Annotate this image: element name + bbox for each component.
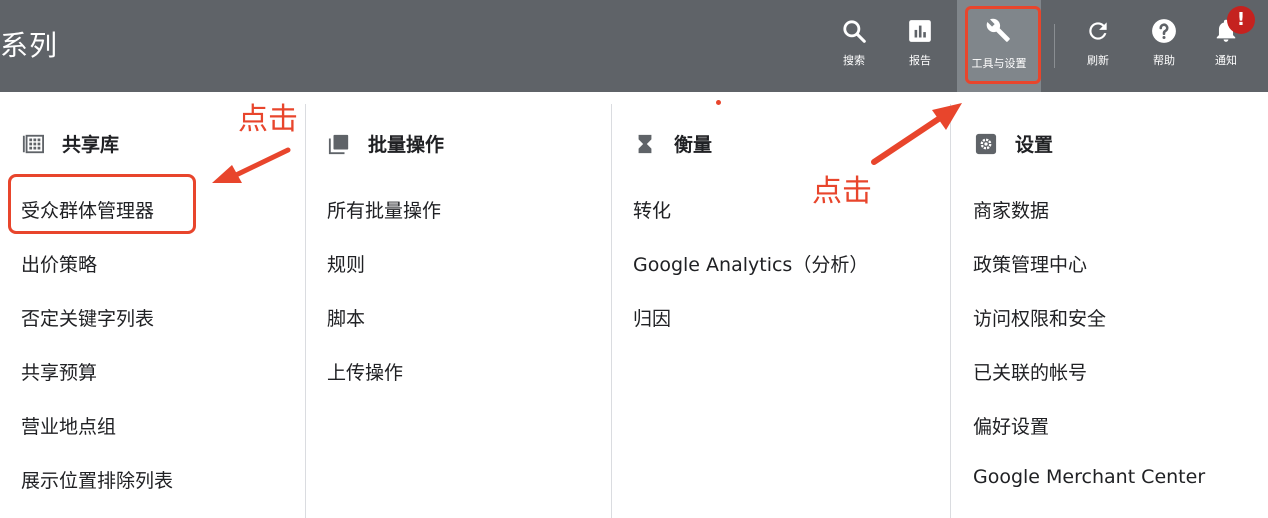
help-label: 帮助 [1153, 54, 1175, 67]
bulk-actions-heading-label: 批量操作 [368, 134, 445, 156]
wrench-icon [986, 18, 1010, 42]
menu-item-bid-strategies[interactable]: 出价策略 [21, 250, 97, 277]
refresh-label: 刷新 [1087, 54, 1109, 67]
page-title: 系列 [0, 29, 59, 62]
search-label: 搜索 [843, 54, 865, 67]
menu-item-location-groups[interactable]: 营业地点组 [21, 412, 116, 439]
top-bar: 系列 搜索 报告 工具与设置 刷新 帮助 通知 ! [0, 0, 1268, 92]
help-button[interactable]: 帮助 [1139, 14, 1189, 78]
settings-heading: 设置 [975, 130, 1053, 157]
notifications-label: 通知 [1215, 54, 1237, 67]
search-button[interactable]: 搜索 [829, 14, 879, 78]
menu-item-attribution[interactable]: 归因 [633, 304, 671, 331]
bulk-actions-heading: 批量操作 [328, 130, 444, 157]
menu-item-access-and-security[interactable]: 访问权限和安全 [973, 304, 1106, 331]
menu-item-business-data[interactable]: 商家数据 [973, 196, 1049, 223]
annotation-dot [716, 100, 721, 105]
menu-item-shared-budgets[interactable]: 共享预算 [21, 358, 97, 385]
menu-item-audience-manager[interactable]: 受众群体管理器 [21, 196, 154, 223]
reports-button[interactable]: 报告 [895, 14, 945, 78]
menu-item-placement-exclusion-lists[interactable]: 展示位置排除列表 [21, 466, 173, 493]
menu-column-bulk-actions: 批量操作 所有批量操作 规则 脚本 上传操作 [306, 92, 611, 518]
menu-column-measurement: 衡量 转化 Google Analytics（分析） 归因 [612, 92, 950, 518]
tools-settings-label: 工具与设置 [971, 57, 1027, 70]
library-icon [22, 134, 44, 153]
search-icon [843, 20, 866, 43]
click-annotation-right: 点击 [812, 174, 872, 209]
bulk-actions-icon [328, 134, 349, 154]
menu-item-scripts[interactable]: 脚本 [327, 304, 365, 331]
settings-icon [975, 133, 997, 154]
menu-item-linked-accounts[interactable]: 已关联的帐号 [973, 358, 1087, 385]
click-annotation-left: 点击 [238, 102, 298, 137]
menu-item-uploads[interactable]: 上传操作 [327, 358, 403, 385]
toolbar-divider [1054, 24, 1055, 68]
notification-badge: ! [1227, 6, 1255, 34]
measurement-heading: 衡量 [634, 130, 712, 157]
settings-heading-label: 设置 [1015, 134, 1054, 156]
tools-settings-button[interactable]: 工具与设置 [957, 0, 1041, 92]
menu-item-preferences[interactable]: 偏好设置 [973, 412, 1049, 439]
menu-column-shared-library: 共享库 受众群体管理器 出价策略 否定关键字列表 共享预算 营业地点组 展示位置… [0, 92, 305, 518]
hourglass-icon [638, 134, 652, 153]
menu-item-policy-manager[interactable]: 政策管理中心 [973, 250, 1087, 277]
reports-icon [909, 20, 931, 42]
shared-library-heading-label: 共享库 [62, 134, 120, 156]
help-icon [1152, 19, 1176, 43]
shared-library-heading: 共享库 [22, 130, 119, 157]
menu-column-settings: 设置 商家数据 政策管理中心 访问权限和安全 已关联的帐号 偏好设置 Googl… [951, 92, 1268, 518]
menu-item-negative-keyword-lists[interactable]: 否定关键字列表 [21, 304, 154, 331]
menu-item-google-merchant-center[interactable]: Google Merchant Center [973, 466, 1205, 488]
menu-item-google-analytics[interactable]: Google Analytics（分析） [633, 250, 868, 277]
measurement-heading-label: 衡量 [674, 134, 713, 156]
reports-label: 报告 [909, 54, 931, 67]
menu-item-all-bulk-actions[interactable]: 所有批量操作 [327, 196, 441, 223]
menu-item-conversions[interactable]: 转化 [633, 196, 671, 223]
menu-item-rules[interactable]: 规则 [327, 250, 365, 277]
refresh-button[interactable]: 刷新 [1073, 14, 1123, 78]
refresh-icon [1089, 22, 1107, 40]
